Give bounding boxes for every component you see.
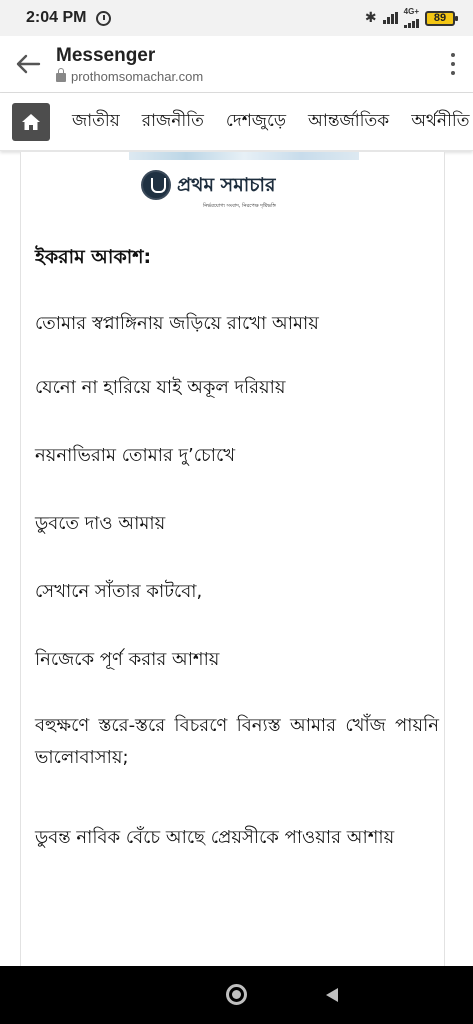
back-button[interactable] (0, 36, 56, 93)
poem-line: তোমার স্বপ্নাঙ্গিনায় জড়িয়ে রাখো আমায় (35, 313, 319, 334)
logo-tagline: নির্ভরযোগ্য সংবাদ, নিরপেক্ষ দৃষ্টিভঙ্গি (203, 203, 276, 209)
back-triangle-icon[interactable] (326, 988, 338, 1002)
more-vert-dot (451, 71, 455, 75)
header-title: Messenger (56, 44, 156, 66)
network-label: 4G+ (403, 7, 419, 16)
more-vert-dot (451, 62, 455, 66)
status-time: 2:04 PM (26, 9, 87, 26)
article-image (129, 152, 359, 160)
system-nav-bar (0, 966, 473, 1024)
poem-line: ডুবন্ত নাবিক বেঁচে আছে প্রেয়সীকে পাওয়া… (35, 827, 395, 848)
nav-item-politics[interactable]: রাজনীতি (142, 108, 204, 136)
signal-icon (382, 12, 398, 24)
nav-item-national[interactable]: জাতীয় (72, 108, 120, 136)
battery-icon: 89 (425, 10, 458, 26)
status-icons: ✱ 4G+ 89 (364, 8, 458, 28)
more-vert-icon (451, 53, 455, 57)
author-name: ইকরাম আকাশ: (35, 246, 152, 268)
poem-line: নিজেকে পূর্ণ করার আশায় (35, 649, 220, 670)
poem-line: ডুবতে দাও আমায় (35, 513, 166, 534)
bluetooth-icon: ✱ (364, 10, 377, 26)
app-header: Messenger prothomsomachar.com (0, 36, 473, 93)
nav-item-economy[interactable]: অর্থনীতি (411, 108, 469, 136)
header-url: prothomsomachar.com (71, 68, 204, 84)
header-text: Messenger prothomsomachar.com (56, 45, 433, 84)
poem-line: নয়নাভিরাম তোমার দু’চোখে (35, 445, 236, 466)
site-logo: প্রথম সমাচার নির্ভরযোগ্য সংবাদ, নিরপেক্ষ… (141, 168, 341, 216)
nav-item-international[interactable]: আন্তর্জাতিক (308, 108, 389, 136)
alarm-icon (96, 10, 112, 26)
home-icon (22, 113, 40, 130)
category-nav: জাতীয় রাজনীতি দেশজুড়ে আন্তর্জাতিক অর্থ… (0, 93, 473, 151)
logo-name: প্রথম সমাচার (177, 174, 276, 196)
logo-emblem-icon (141, 170, 171, 200)
battery-level: 89 (433, 12, 447, 24)
poem-line: যেনো না হারিয়ে যাই অকূল দরিয়ায় (35, 377, 286, 398)
article: প্রথম সমাচার নির্ভরযোগ্য সংবাদ, নিরপেক্ষ… (20, 152, 445, 966)
back-arrow-icon (16, 54, 41, 74)
lock-icon (56, 68, 66, 82)
home-button[interactable] (12, 102, 50, 141)
network-indicator: 4G+ (404, 8, 419, 28)
home-circle-icon[interactable] (226, 984, 247, 1005)
nav-item-country[interactable]: দেশজুড়ে (226, 108, 286, 136)
status-bar: 2:04 PM ✱ 4G+ 89 (0, 0, 473, 36)
poem-line: সেখানে সাঁতার কাটবো, (35, 581, 203, 602)
header-url-row: prothomsomachar.com (56, 68, 433, 84)
more-menu-button[interactable] (433, 36, 473, 93)
poem-line: বহুক্ষণে স্তরে-স্তরে বিচরণে বিন্যস্ত আমা… (35, 715, 439, 768)
signal-icon-2 (403, 16, 419, 28)
